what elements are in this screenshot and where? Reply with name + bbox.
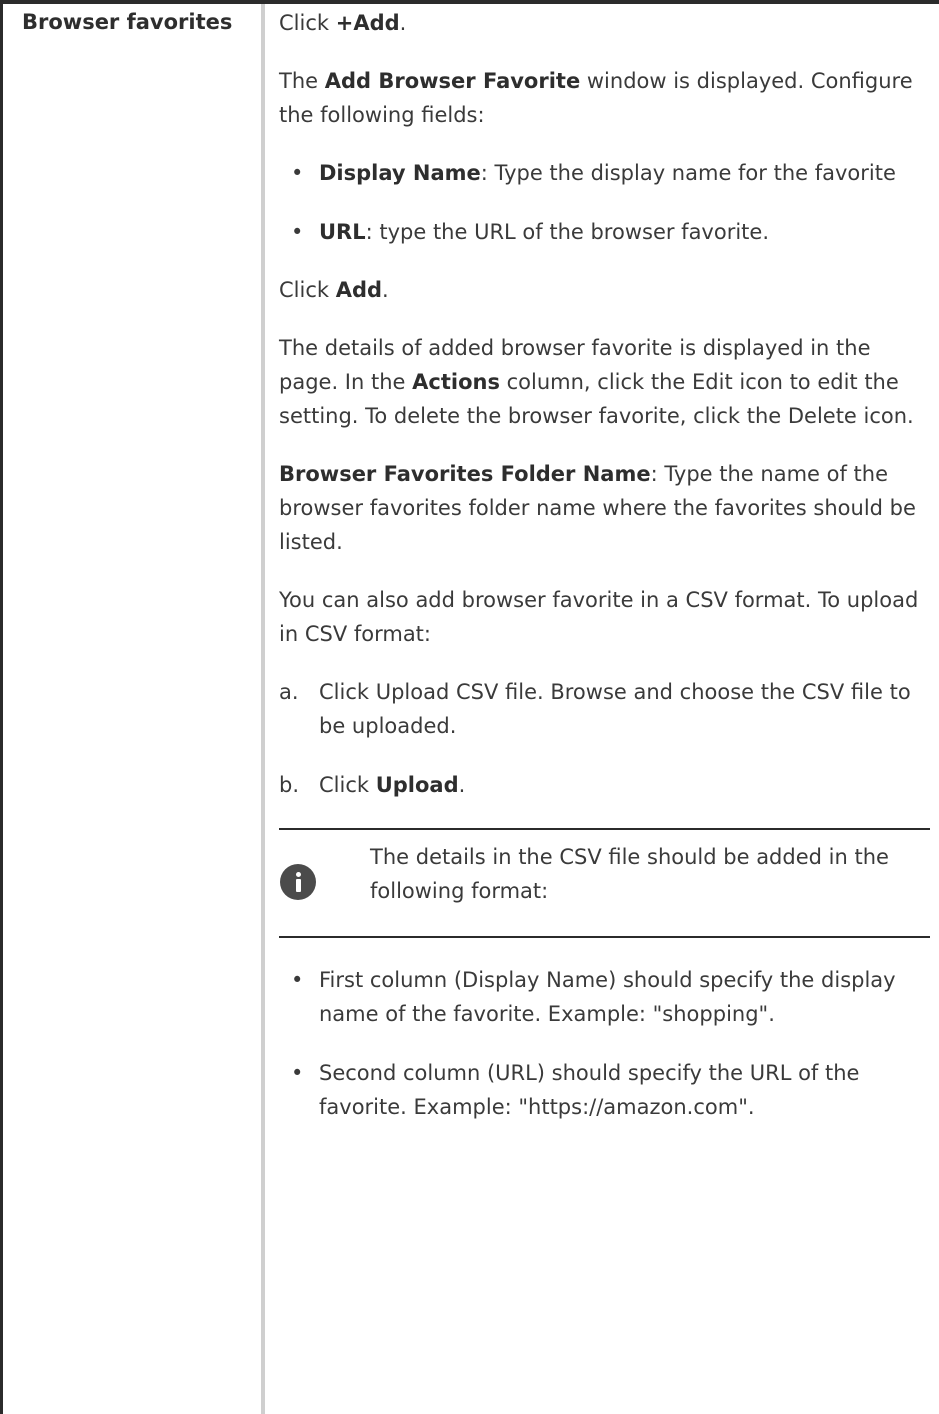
folder-paragraph: Browser Favorites Folder Name: Type the … [279, 462, 916, 554]
window-paragraph: The Add Browser Favorite window is displ… [279, 69, 913, 127]
fields-list: Display Name: Type the display name for … [279, 156, 927, 249]
note-text: The details in the CSV file should be ad… [370, 845, 889, 903]
add-button-ref: +Add [335, 11, 400, 35]
list-item: First column (Display Name) should speci… [279, 963, 927, 1031]
list-item: URL: type the URL of the browser favorit… [279, 215, 927, 249]
table-left-border [0, 0, 3, 1414]
click-add-paragraph: Click Add. [279, 278, 389, 302]
add-instruction: Click +Add. [279, 11, 407, 35]
column-divider [261, 4, 265, 1414]
list-item: Display Name: Type the display name for … [279, 156, 927, 190]
list-item: Second column (URL) should specify the U… [279, 1056, 927, 1124]
csv-intro: You can also add browser favorite in a C… [279, 588, 919, 646]
doc-table: Browser favorites Click +Add. The Add Br… [0, 0, 939, 1414]
description-cell: Click +Add. The Add Browser Favorite win… [279, 6, 930, 1124]
details-paragraph: The details of added browser favorite is… [279, 336, 914, 428]
table-top-border [0, 0, 939, 4]
csv-format-list: First column (Display Name) should speci… [279, 963, 927, 1124]
note-box: The details in the CSV file should be ad… [279, 828, 930, 938]
info-icon [280, 864, 316, 900]
term-cell: Browser favorites [22, 10, 233, 34]
upload-steps: a. Click Upload CSV file. Browse and choo… [279, 675, 927, 802]
list-item: b. Click Upload. [279, 773, 466, 797]
list-item: a. Click Upload CSV file. Browse and choo… [279, 680, 911, 738]
